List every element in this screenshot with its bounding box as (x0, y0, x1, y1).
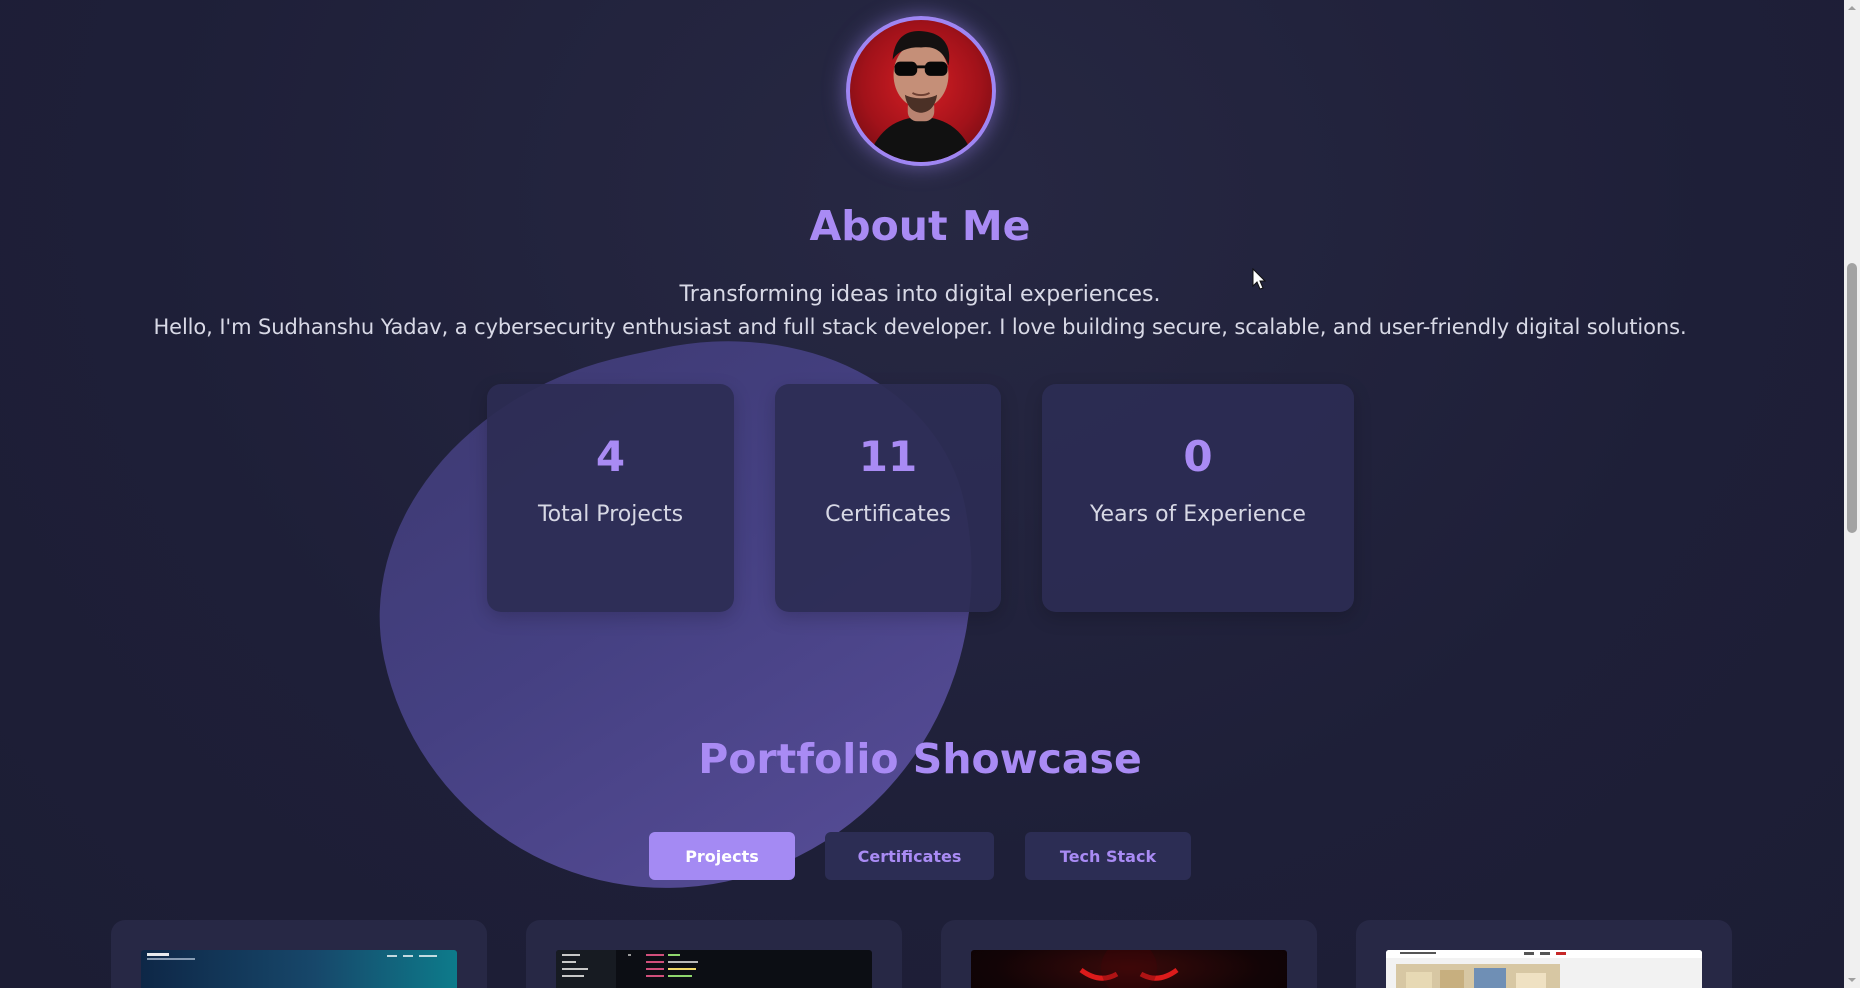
profile-photo (867, 31, 975, 162)
project-thumbnail (971, 950, 1287, 988)
stat-label-total-projects: Total Projects (537, 502, 684, 527)
stat-card-certificates: 11 Certificates (775, 384, 1001, 612)
stat-value-total-projects: 4 (595, 432, 626, 481)
tab-tech-stack[interactable]: Tech Stack (1025, 832, 1191, 880)
code-editor-preview-image (556, 950, 698, 988)
about-tagline: Transforming ideas into digital experien… (679, 282, 1161, 307)
project-thumbnail (141, 950, 457, 988)
desktop-app-preview-image (1386, 950, 1702, 988)
stat-value-experience: 0 (1183, 432, 1213, 481)
scroll-up-arrow-icon[interactable] (1847, 3, 1857, 13)
project-card[interactable] (526, 920, 902, 988)
dark-red-eyes-preview-image (1079, 950, 1179, 988)
website-preview-image (147, 953, 437, 960)
stat-card-experience: 0 Years of Experience (1042, 384, 1354, 612)
project-card[interactable] (941, 920, 1317, 988)
project-card[interactable] (111, 920, 487, 988)
project-card[interactable] (1356, 920, 1732, 988)
scroll-down-arrow-icon[interactable] (1847, 975, 1857, 985)
mouse-cursor-icon (1252, 268, 1266, 290)
stat-label-experience: Years of Experience (1090, 502, 1306, 527)
tab-certificates[interactable]: Certificates (825, 832, 994, 880)
portfolio-title: Portfolio Showcase (698, 735, 1142, 783)
tab-projects[interactable]: Projects (649, 832, 795, 880)
about-intro: Hello, I'm Sudhanshu Yadav, a cybersecur… (153, 315, 1687, 339)
stat-card-total-projects: 4 Total Projects (487, 384, 734, 612)
profile-avatar (846, 16, 996, 166)
scrollbar-thumb[interactable] (1847, 263, 1857, 533)
about-title: About Me (809, 202, 1031, 250)
project-thumbnail (1386, 950, 1702, 988)
stat-label-certificates: Certificates (825, 502, 951, 527)
project-thumbnail (556, 950, 872, 988)
portfolio-page: About Me Transforming ideas into digital… (0, 0, 1860, 988)
stat-value-certificates: 11 (858, 432, 918, 481)
